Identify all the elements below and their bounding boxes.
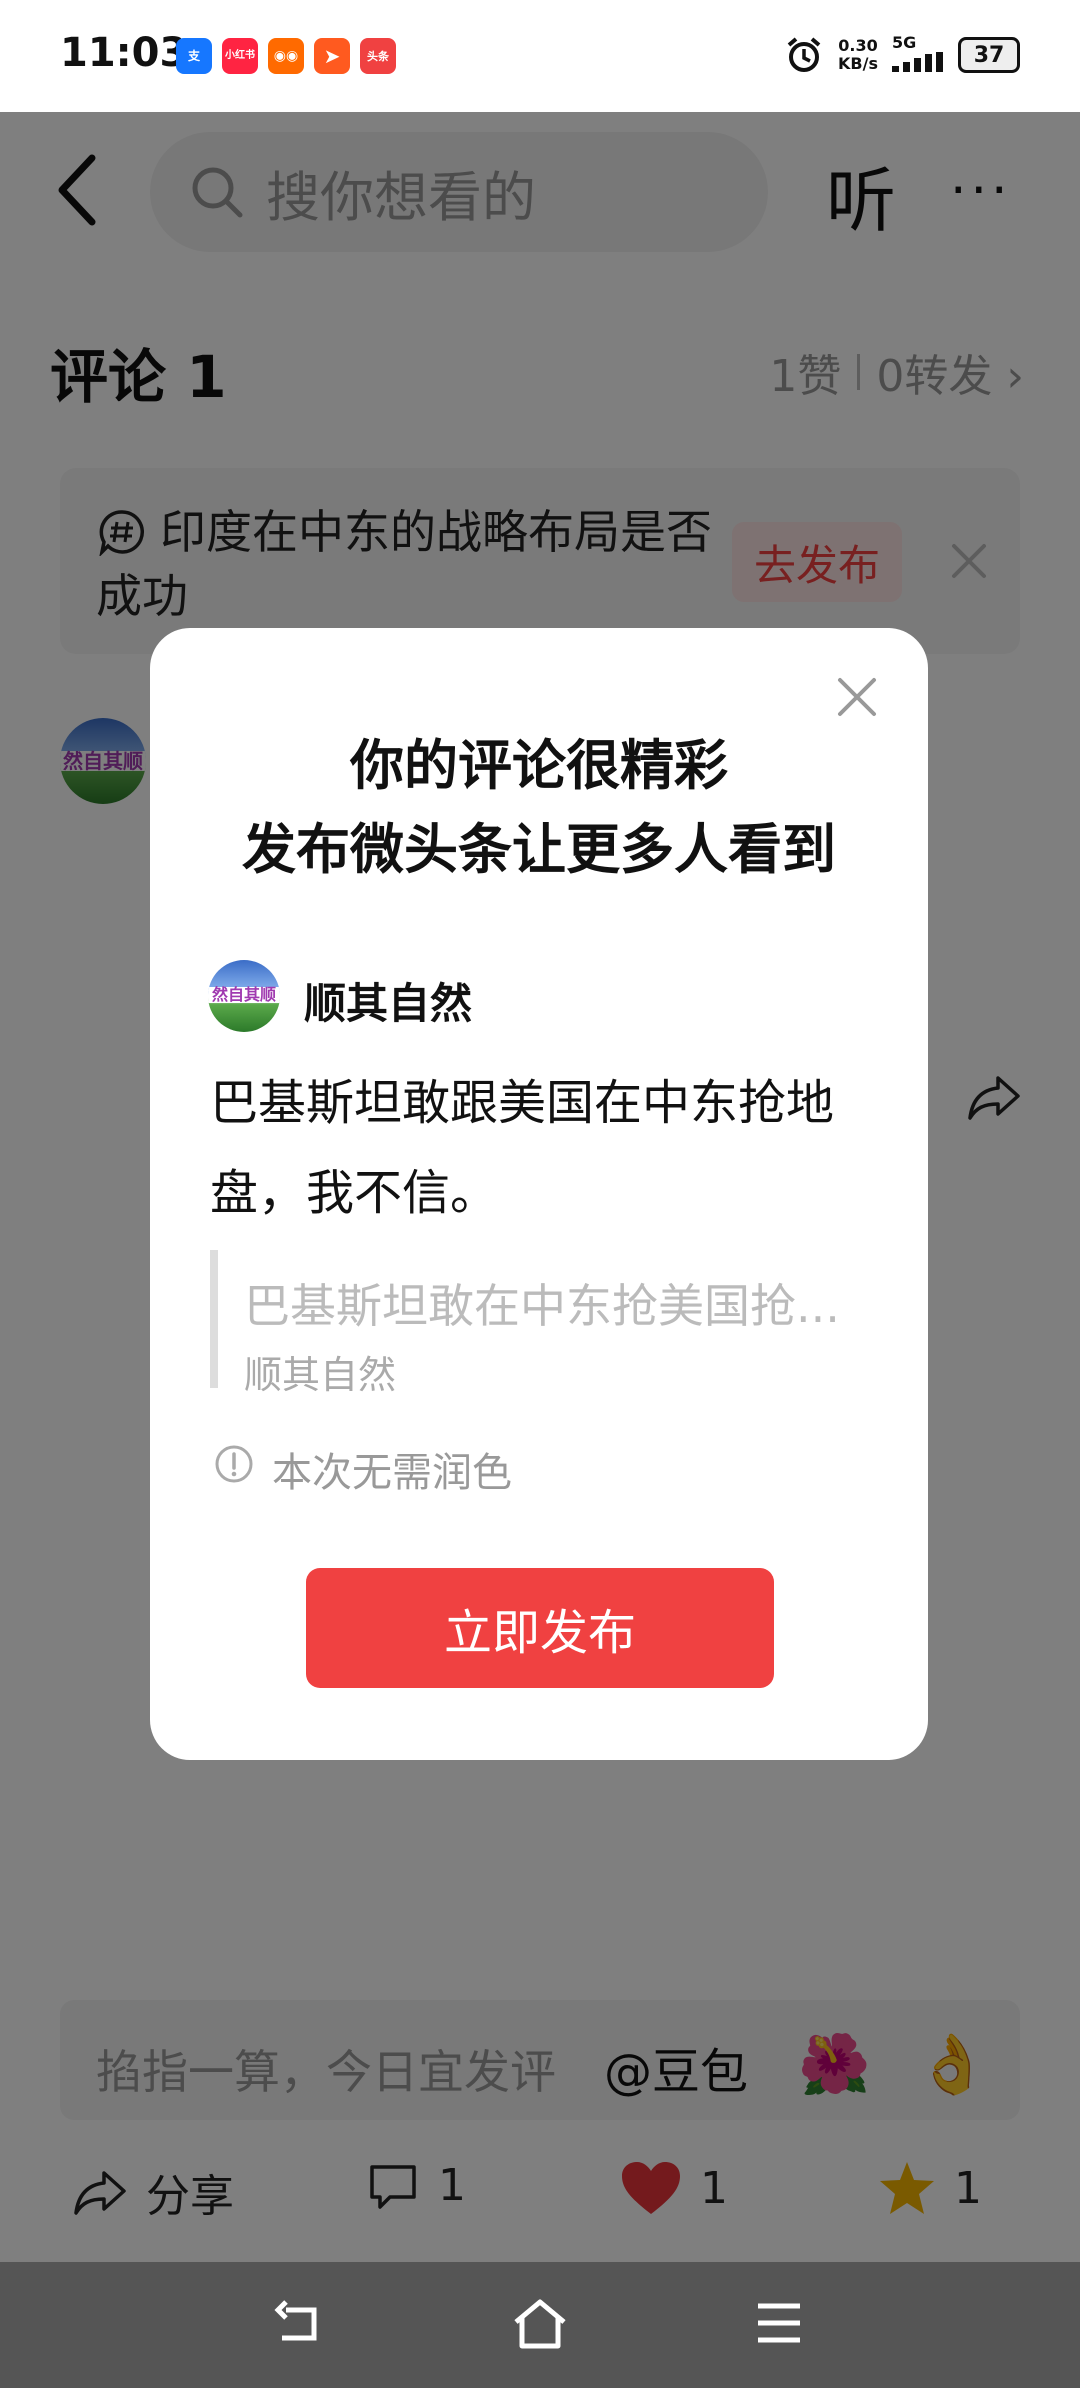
status-bar: 11:03 支 小红书 ◉◉ ➤ 头条 0.30 KB/s 5G 37	[0, 0, 1080, 112]
status-time: 11:03	[60, 30, 188, 76]
alarm-icon	[787, 37, 821, 72]
nav-home-icon[interactable]	[510, 2296, 570, 2352]
signal-bars-icon	[892, 52, 943, 72]
info-icon	[215, 1445, 253, 1483]
xiaohongshu-icon: 小红书	[222, 38, 258, 74]
dialog-title-line2: 发布微头条让更多人看到	[242, 818, 836, 881]
status-right: 0.30 KB/s 5G 37	[784, 34, 1020, 76]
dialog-close-icon[interactable]	[832, 672, 882, 722]
alipay-icon: 支	[176, 38, 212, 74]
nav-back-icon[interactable]	[272, 2296, 328, 2352]
quote-bar	[210, 1250, 218, 1388]
publish-now-button[interactable]: 立即发布	[306, 1568, 774, 1688]
dialog-title-line1: 你的评论很精彩	[350, 734, 728, 797]
quoted-post-author: 顺其自然	[244, 1353, 397, 1397]
dialog-user-avatar: 然自其顺	[208, 960, 280, 1032]
kuaishou-icon: ◉◉	[268, 38, 304, 74]
system-nav-bar	[0, 2262, 1080, 2388]
network-speed: 0.30 KB/s	[838, 36, 878, 73]
send-app-icon: ➤	[314, 38, 350, 74]
polish-note: 本次无需润色	[272, 1450, 512, 1496]
dialog-username: 顺其自然	[304, 979, 473, 1028]
signal-indicator: 5G	[892, 34, 944, 76]
toutiao-icon: 头条	[360, 38, 396, 74]
dialog-comment-body: 巴基斯坦敢跟美国在中东抢地盘，我不信。	[210, 1075, 835, 1221]
quoted-post-text: 巴基斯坦敢在中东抢美国抢...	[244, 1279, 840, 1333]
dialog-title: 你的评论很精彩 发布微头条让更多人看到	[150, 724, 928, 892]
battery-indicator: 37	[958, 37, 1020, 73]
nav-menu-icon[interactable]	[754, 2298, 804, 2348]
